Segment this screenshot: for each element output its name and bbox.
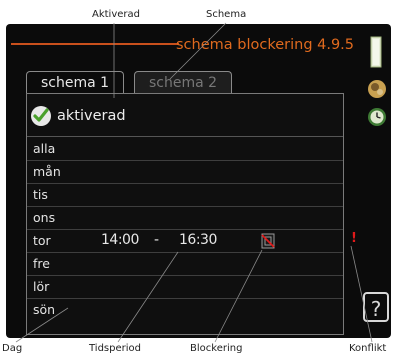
callout-schema: Schema — [206, 9, 247, 20]
checkmark-icon — [31, 106, 51, 126]
tab-schema-2[interactable]: schema 2 — [134, 71, 232, 94]
day-label: tis — [33, 187, 48, 202]
time-end[interactable]: 16:30 — [179, 232, 217, 248]
day-label: alla — [33, 141, 56, 156]
day-label: lör — [33, 279, 50, 294]
schedule-panel: aktiverad alla mån tis ons tor 14:00 - 1… — [26, 93, 344, 335]
day-row-ons[interactable]: ons — [27, 207, 343, 230]
heat-pump-icon — [367, 79, 387, 103]
day-row-alla[interactable]: alla — [27, 138, 343, 161]
day-row-lor[interactable]: lör — [27, 276, 343, 299]
callout-aktiverad: Aktiverad — [92, 9, 140, 20]
day-label: fre — [33, 256, 50, 271]
title-accent-line — [11, 43, 179, 45]
callout-blockering: Blockering — [190, 343, 243, 354]
thermometer-bar-icon — [370, 36, 382, 72]
day-row-tor[interactable]: tor 14:00 - 16:30 — [27, 230, 343, 253]
day-label: ons — [33, 210, 56, 225]
help-button[interactable]: ? — [363, 292, 389, 322]
day-label: tor — [33, 233, 51, 248]
activated-toggle[interactable]: aktiverad — [31, 104, 126, 128]
tab-schema-1[interactable]: schema 1 — [26, 71, 124, 94]
callout-dag: Dag — [2, 343, 23, 354]
day-row-tis[interactable]: tis — [27, 184, 343, 207]
day-row-son[interactable]: sön — [27, 299, 343, 321]
clock-icon — [367, 107, 387, 131]
day-label: sön — [33, 302, 56, 317]
menu-title: schema blockering 4.9.5 — [176, 37, 355, 53]
day-label: mån — [33, 164, 61, 179]
callout-konflikt: Konflikt — [349, 343, 387, 354]
day-row-fre[interactable]: fre — [27, 253, 343, 276]
activated-label: aktiverad — [57, 108, 126, 124]
divider — [27, 136, 343, 137]
time-separator: - — [154, 232, 160, 248]
display-screen: schema blockering 4.9.5 schema 1 schema … — [6, 24, 391, 338]
blocked-compressor-icon[interactable] — [261, 233, 275, 249]
callout-tidsperiod: Tidsperiod — [89, 343, 141, 354]
conflict-mark: ! — [351, 231, 357, 246]
day-row-man[interactable]: mån — [27, 161, 343, 184]
time-start[interactable]: 14:00 — [101, 232, 139, 248]
